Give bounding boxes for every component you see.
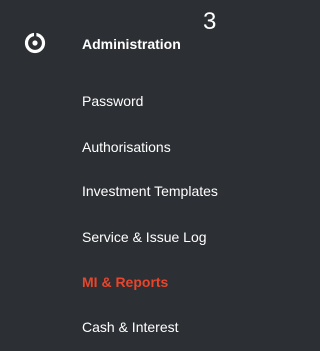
nav-item-investment-templates[interactable]: Investment Templates xyxy=(82,182,218,200)
nav-item-mi-reports[interactable]: MI & Reports xyxy=(82,273,168,291)
admin-circle-icon xyxy=(24,32,46,54)
sidebar-panel: 3 Administration Password Authorisations… xyxy=(0,0,248,351)
section-header-administration[interactable]: Administration xyxy=(0,28,248,64)
nav-item-authorisations[interactable]: Authorisations xyxy=(82,138,171,156)
nav-item-service-issue-log[interactable]: Service & Issue Log xyxy=(82,228,207,246)
nav-item-cash-interest[interactable]: Cash & Interest xyxy=(82,318,179,336)
nav-item-password[interactable]: Password xyxy=(82,92,143,110)
section-title: Administration xyxy=(82,36,181,52)
